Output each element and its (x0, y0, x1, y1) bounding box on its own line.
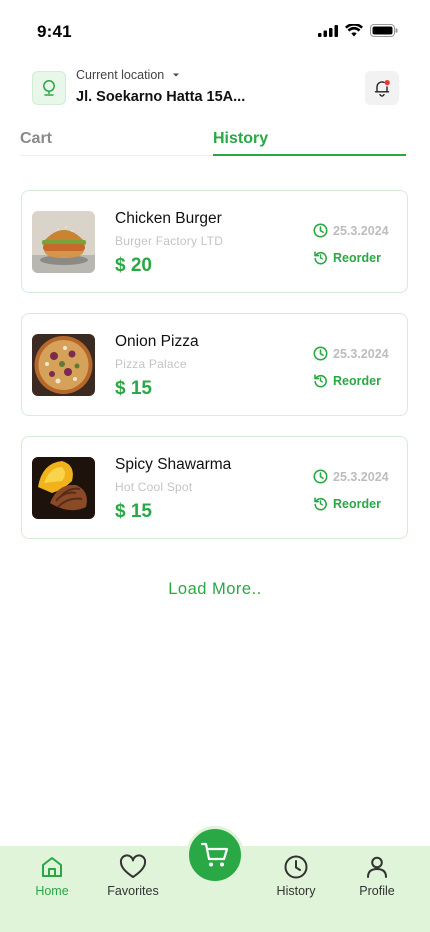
clock-icon (313, 469, 328, 484)
reorder-label: Reorder (333, 373, 381, 388)
cart-icon (200, 842, 229, 867)
store-name: Hot Cool Spot (115, 480, 193, 494)
reorder-icon (314, 251, 327, 265)
reorder-button[interactable]: Reorder (313, 496, 381, 511)
load-more-button[interactable]: Load More.. (0, 580, 430, 599)
item-name: Onion Pizza (115, 333, 199, 350)
heart-icon (119, 854, 147, 878)
location-pin-icon (43, 80, 55, 96)
nav-profile[interactable]: Profile (342, 854, 412, 898)
status-icons (318, 24, 398, 37)
status-bar: 9:41 (0, 0, 430, 60)
nav-favorites[interactable]: Favorites (98, 854, 168, 898)
reorder-label: Reorder (333, 496, 381, 511)
chicken-burger-image (32, 211, 95, 273)
order-date-text: 25.3.2024 (333, 469, 389, 484)
nav-favorites-label: Favorites (107, 884, 159, 898)
location-caption: Current location (76, 68, 165, 82)
reorder-button[interactable]: Reorder (313, 373, 381, 388)
reorder-icon (314, 374, 327, 388)
active-tab-indicator (213, 154, 406, 156)
battery-icon (370, 24, 398, 37)
item-price: $ 20 (115, 255, 152, 276)
order-date-text: 25.3.2024 (333, 223, 389, 238)
tab-cart[interactable]: Cart (20, 130, 52, 148)
clock-icon (313, 223, 328, 238)
reorder-label: Reorder (333, 250, 381, 265)
wifi-icon (345, 24, 363, 37)
item-price: $ 15 (115, 501, 152, 522)
user-icon (367, 856, 387, 878)
item-name: Spicy Shawarma (115, 456, 232, 473)
nav-history[interactable]: History (261, 854, 331, 898)
reorder-icon (314, 497, 327, 511)
item-name: Chicken Burger (115, 210, 222, 227)
clock-icon (313, 346, 328, 361)
status-time: 9:41 (37, 22, 72, 41)
order-card[interactable]: Onion Pizza Pizza Palace $ 15 25.3.2024 … (21, 313, 408, 416)
order-card[interactable]: Chicken Burger Burger Factory LTD $ 20 2… (21, 190, 408, 293)
notifications-button[interactable] (365, 71, 399, 105)
nav-profile-label: Profile (359, 884, 395, 898)
home-icon (42, 857, 62, 877)
spicy-shawarma-image (32, 457, 95, 519)
order-date: 25.3.2024 (313, 346, 389, 361)
signal-icon (318, 24, 338, 37)
reorder-button[interactable]: Reorder (313, 250, 381, 265)
item-price: $ 15 (115, 378, 152, 399)
nav-history-label: History (276, 884, 316, 898)
order-date: 25.3.2024 (313, 469, 389, 484)
order-date: 25.3.2024 (313, 223, 389, 238)
onion-pizza-image (32, 334, 95, 396)
location-pin-badge[interactable] (32, 71, 66, 105)
clock-icon (284, 855, 308, 879)
tab-history[interactable]: History (213, 130, 268, 148)
cart-history-tabs: Cart History (20, 128, 406, 156)
order-card[interactable]: Spicy Shawarma Hot Cool Spot $ 15 25.3.2… (21, 436, 408, 539)
bell-icon (374, 80, 390, 97)
cart-button[interactable] (186, 826, 244, 884)
order-date-text: 25.3.2024 (333, 346, 389, 361)
store-name: Burger Factory LTD (115, 234, 224, 248)
caret-down-icon (173, 73, 180, 77)
nav-home-label: Home (35, 884, 69, 898)
store-name: Pizza Palace (115, 357, 187, 371)
nav-home[interactable]: Home (17, 854, 87, 898)
location-selector[interactable]: Current location (76, 68, 180, 82)
location-address: Jl. Soekarno Hatta 15A... (76, 89, 246, 105)
